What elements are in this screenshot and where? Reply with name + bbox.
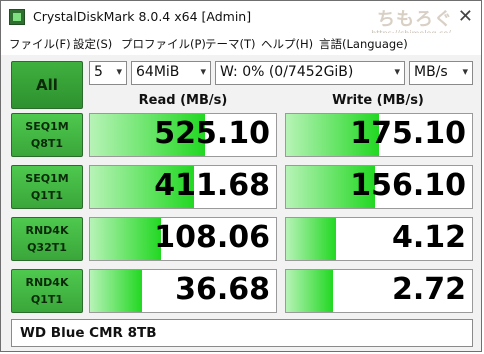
all-button[interactable]: All: [11, 61, 83, 109]
test-button-rnd4k-q1t1[interactable]: RND4K Q1T1: [11, 269, 83, 313]
read-result-value: 108.06: [154, 220, 270, 255]
chevron-down-icon: ▾: [116, 65, 122, 78]
test-label-line1: RND4K: [25, 276, 69, 289]
menu-file[interactable]: ファイル(F): [9, 36, 71, 52]
chevron-down-icon: ▾: [462, 65, 468, 78]
drive-value: W: 0% (0/7452GiB): [220, 64, 354, 80]
unit-value: MB/s: [414, 64, 448, 80]
menu-theme[interactable]: テーマ(T): [205, 36, 256, 52]
test-button-seq1m-q1t1[interactable]: SEQ1M Q1T1: [11, 165, 83, 209]
chevron-down-icon: ▾: [394, 65, 400, 78]
count-select[interactable]: 5 ▾: [89, 61, 127, 85]
comment-text: WD Blue CMR 8TB: [20, 325, 157, 341]
all-button-label: All: [36, 76, 58, 94]
test-label-line2: Q1T1: [30, 293, 64, 306]
drive-select[interactable]: W: 0% (0/7452GiB) ▾: [215, 61, 405, 85]
read-result-cell: 36.68: [89, 269, 277, 313]
menu-help[interactable]: ヘルプ(H): [261, 36, 313, 52]
test-label-line2: Q32T1: [27, 241, 67, 254]
test-button-rnd4k-q32t1[interactable]: RND4K Q32T1: [11, 217, 83, 261]
write-result-cell: 156.10: [285, 165, 473, 209]
size-value: 64MiB: [136, 64, 180, 80]
read-header: Read (MB/s): [138, 93, 228, 108]
menu-bar: ファイル(F) 設定(S) プロファイル(P) テーマ(T) ヘルプ(H) 言語…: [1, 33, 481, 55]
read-result-value: 411.68: [154, 168, 270, 203]
write-result-bar: [286, 218, 337, 260]
size-select[interactable]: 64MiB ▾: [131, 61, 211, 85]
write-result-value: 156.10: [350, 168, 466, 203]
write-result-bar: [286, 270, 333, 312]
write-result-value: 175.10: [350, 116, 466, 151]
write-header: Write (MB/s): [332, 93, 424, 108]
close-icon[interactable]: ✕: [458, 6, 473, 27]
read-result-cell: 108.06: [89, 217, 277, 261]
menu-profile[interactable]: プロファイル(P): [121, 36, 206, 52]
test-button-seq1m-q8t1[interactable]: SEQ1M Q8T1: [11, 113, 83, 157]
unit-select[interactable]: MB/s ▾: [409, 61, 473, 85]
menu-language[interactable]: 言語(Language): [319, 36, 408, 52]
write-result-cell: 2.72: [285, 269, 473, 313]
test-label-line1: SEQ1M: [25, 120, 69, 133]
write-result-value: 4.12: [391, 220, 466, 255]
window-title: CrystalDiskMark 8.0.4 x64 [Admin]: [33, 9, 252, 24]
count-value: 5: [94, 64, 103, 80]
read-result-bar: [90, 270, 143, 312]
write-result-cell: 4.12: [285, 217, 473, 261]
read-result-value: 525.10: [154, 116, 270, 151]
app-icon: [9, 9, 25, 25]
test-label-line2: Q1T1: [30, 189, 64, 202]
write-result-cell: 175.10: [285, 113, 473, 157]
watermark-brand: ちもろぐ: [377, 9, 453, 30]
menu-settings[interactable]: 設定(S): [73, 36, 112, 52]
test-label-line1: RND4K: [25, 224, 69, 237]
test-label-line2: Q8T1: [30, 137, 64, 150]
write-result-value: 2.72: [391, 272, 466, 307]
comment-field[interactable]: WD Blue CMR 8TB: [11, 319, 473, 347]
read-result-value: 36.68: [175, 272, 270, 307]
app-window: CrystalDiskMark 8.0.4 x64 [Admin] ちもろぐ h…: [0, 0, 482, 352]
title-bar: CrystalDiskMark 8.0.4 x64 [Admin] ちもろぐ h…: [1, 1, 481, 38]
read-result-cell: 525.10: [89, 113, 277, 157]
test-label-line1: SEQ1M: [25, 172, 69, 185]
read-result-cell: 411.68: [89, 165, 277, 209]
read-result-bar: [90, 218, 161, 260]
chevron-down-icon: ▾: [200, 65, 206, 78]
